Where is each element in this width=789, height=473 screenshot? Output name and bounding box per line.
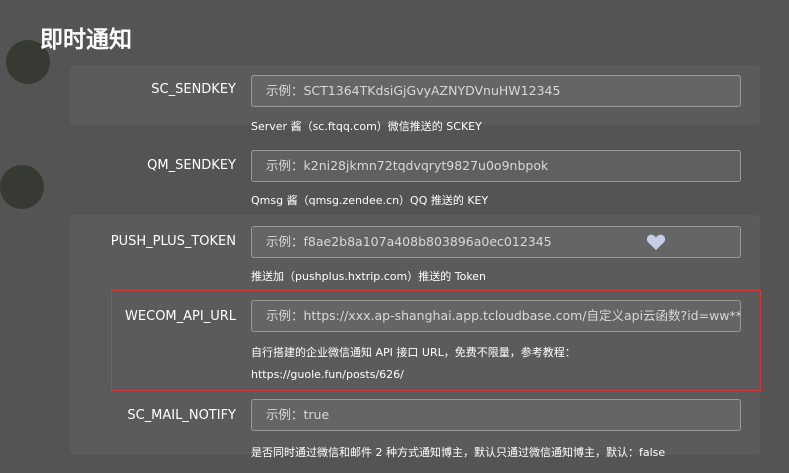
wecom-api-url-help: 自行搭建的企业微信通知 API 接口 URL，免费不限量，参考教程： <box>251 346 576 359</box>
sc-sendkey-help: Server 酱（sc.ftqq.com）微信推送的 SCKEY <box>251 120 482 133</box>
qm-sendkey-help: Qmsg 酱（qmsg.zendee.cn）QQ 推送的 KEY <box>251 194 489 207</box>
page-title: 即时通知 <box>40 27 132 53</box>
sc-mail-notify-label: SC_MAIL_NOTIFY <box>127 408 236 423</box>
sc-mail-notify-input[interactable]: 示例：true <box>251 399 741 431</box>
wecom-api-url-input[interactable]: 示例：https://xxx.ap-shanghai.app.tcloudbas… <box>251 300 741 332</box>
sc-sendkey-label: SC_SENDKEY <box>151 82 236 97</box>
wecom-api-url-tutorial-link[interactable]: https://guole.fun/posts/626/ <box>251 368 404 381</box>
sc-sendkey-input[interactable]: 示例：SCT1364TKdsiGjGvyAZNYDVnuHW12345 <box>251 75 741 107</box>
instant-notify-settings-panel: 即时通知 SC_SENDKEY 示例：SCT1364TKdsiGjGvyAZNY… <box>0 0 789 473</box>
heart-icon[interactable] <box>646 233 666 251</box>
qm-sendkey-label: QM_SENDKEY <box>147 158 236 173</box>
qm-sendkey-input[interactable]: 示例：k2ni28jkmn72tqdvqryt9827u0o9nbpok <box>251 150 741 182</box>
push-plus-token-label: PUSH_PLUS_TOKEN <box>110 234 236 249</box>
push-plus-token-help: 推送加（pushplus.hxtrip.com）推送的 Token <box>251 270 487 283</box>
push-plus-token-input[interactable]: 示例：f8ae2b8a107a408b803896a0ec012345 <box>251 226 741 258</box>
wecom-api-url-label: WECOM_API_URL <box>125 309 236 324</box>
sc-mail-notify-help: 是否同时通过微信和邮件 2 种方式通知博主，默认只通过微信通知博主，默认：fal… <box>251 446 666 459</box>
